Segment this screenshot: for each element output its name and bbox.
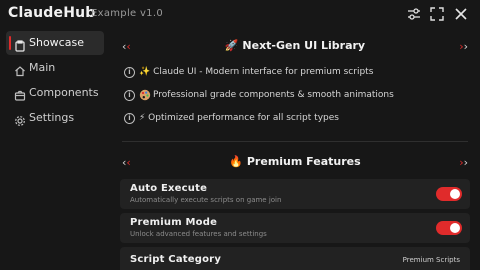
clipboard-icon <box>14 37 26 52</box>
box-icon <box>14 87 26 101</box>
feature-item: i ✨ Claude UI - Modern interface for pre… <box>124 66 464 82</box>
info-icon: i <box>124 90 135 101</box>
next-arrow[interactable]: ›› <box>459 40 468 53</box>
sidebar-item-label: Main <box>29 61 56 74</box>
sidebar-item-label: Showcase <box>29 36 84 49</box>
home-icon <box>14 62 26 77</box>
sidebar-item-settings[interactable]: Settings <box>6 106 104 130</box>
sidebar-item-components[interactable]: Components <box>6 81 104 105</box>
script-category-dropdown[interactable]: Script Category Premium Scripts <box>120 247 470 270</box>
card-title: Premium Mode <box>130 217 218 228</box>
info-icon: i <box>124 67 135 78</box>
section-title: 🚀 Next-Gen UI Library <box>224 39 366 52</box>
card-description: Unlock advanced features and settings <box>130 230 267 238</box>
info-icon: i <box>124 113 135 124</box>
gear-icon <box>14 112 26 126</box>
premium-mode-toggle[interactable] <box>436 221 462 235</box>
auto-execute-toggle[interactable] <box>436 187 462 201</box>
card-title: Script Category <box>130 254 222 265</box>
sidebar-item-label: Settings <box>29 111 75 124</box>
feature-item: i ⚡ Optimized performance for all script… <box>124 112 464 128</box>
palette-icon <box>139 89 151 101</box>
section-title: 🔥 Premium Features <box>229 155 361 168</box>
fullscreen-icon[interactable] <box>429 6 445 22</box>
close-icon[interactable] <box>453 6 469 22</box>
auto-execute-card[interactable]: Auto Execute Automatically execute scrip… <box>120 179 470 209</box>
sidebar-item-main[interactable]: Main <box>6 56 104 80</box>
card-description: Automatically execute scripts on game jo… <box>130 196 282 204</box>
sidebar: Showcase Main Components Settings <box>0 28 110 270</box>
active-indicator <box>9 36 11 50</box>
main-content: ‹‹ 🚀 Next-Gen UI Library ›› i ✨ Claude U… <box>118 28 472 270</box>
section-divider <box>122 141 468 142</box>
sidebar-item-label: Components <box>29 86 99 99</box>
feature-item: i Professional grade components & smooth… <box>124 89 464 105</box>
app-version: Example v1.0 <box>91 8 163 19</box>
card-title: Auto Execute <box>130 183 208 194</box>
title-bar: ClaudeHub Example v1.0 <box>0 0 480 28</box>
feature-text: ⚡ Optimized performance for all script t… <box>139 113 339 123</box>
library-section-header: ‹‹ 🚀 Next-Gen UI Library ›› <box>122 38 468 56</box>
sidebar-item-showcase[interactable]: Showcase <box>6 31 104 55</box>
feature-text: ✨ Claude UI - Modern interface for premi… <box>139 67 374 77</box>
toggle-knob <box>450 223 460 233</box>
toggle-knob <box>450 189 460 199</box>
dropdown-value: Premium Scripts <box>402 256 460 264</box>
next-arrow[interactable]: ›› <box>459 156 468 169</box>
app-name: ClaudeHub <box>8 5 96 21</box>
premium-mode-card[interactable]: Premium Mode Unlock advanced features an… <box>120 213 470 243</box>
sliders-icon[interactable] <box>406 6 422 22</box>
feature-text: Professional grade components & smooth a… <box>153 90 394 100</box>
premium-section-header: ‹‹ 🔥 Premium Features ›› <box>122 154 468 172</box>
